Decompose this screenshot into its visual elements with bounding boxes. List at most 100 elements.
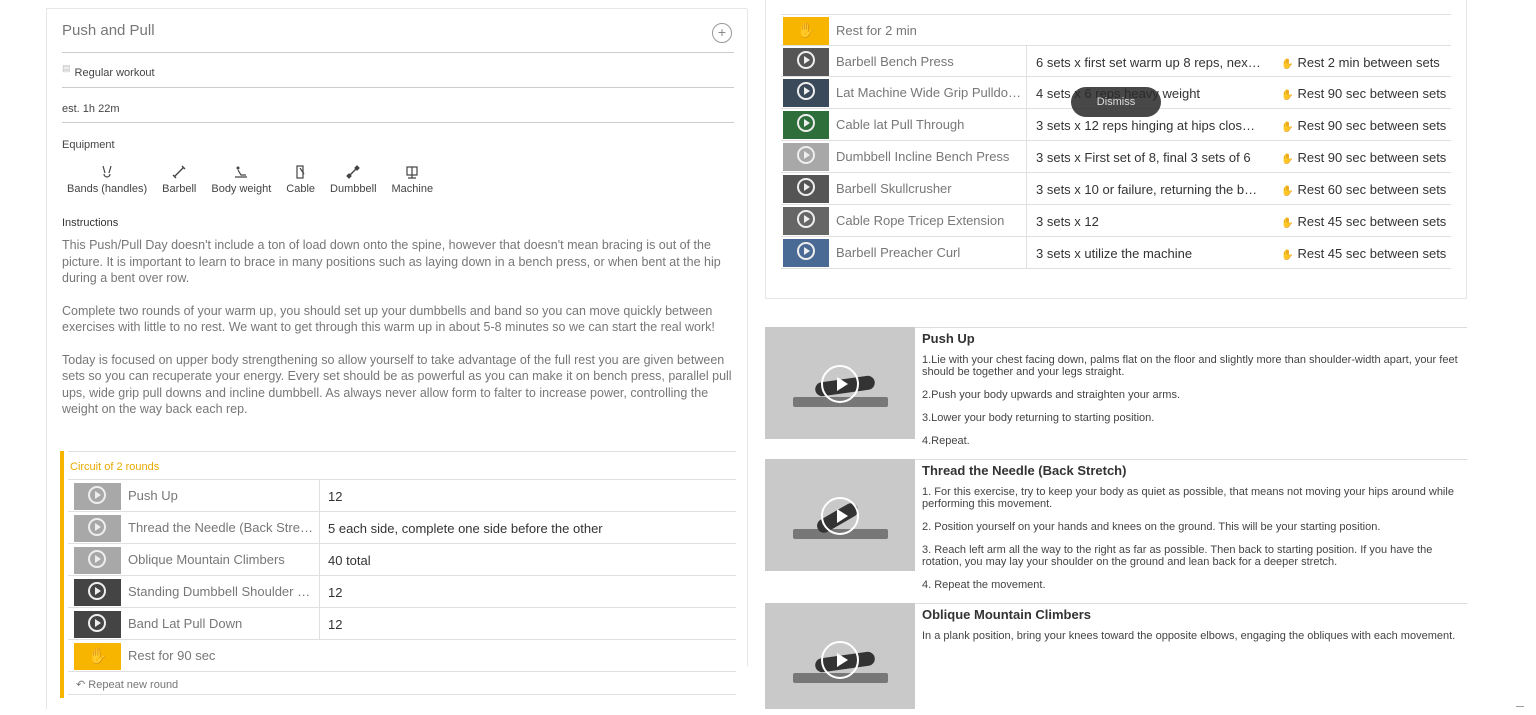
play-icon[interactable] xyxy=(797,178,815,196)
rest-text: Rest 2 min between sets xyxy=(1297,55,1440,70)
play-icon[interactable] xyxy=(797,210,815,228)
play-icon[interactable] xyxy=(797,114,815,132)
exercise-thumbnail[interactable] xyxy=(783,48,829,76)
play-icon[interactable] xyxy=(797,51,815,69)
divider xyxy=(62,87,734,88)
cable-icon xyxy=(296,165,305,179)
exercise-name[interactable]: Thread the Needle (Back Stretch) xyxy=(128,520,314,535)
exercise-video[interactable] xyxy=(765,459,915,571)
exercise-steps: 1. For this exercise, try to keep your b… xyxy=(922,486,1467,602)
play-icon[interactable] xyxy=(821,641,859,679)
exercise-rest: ✋ Rest 90 sec between sets xyxy=(1281,86,1446,101)
exercise-thumbnail[interactable] xyxy=(783,111,829,139)
exercise-name[interactable]: Push Up xyxy=(128,488,314,503)
exercise-name[interactable]: Band Lat Pull Down xyxy=(128,616,314,631)
exercise-rest: ✋ Rest 90 sec between sets xyxy=(1281,150,1446,165)
card-divider xyxy=(747,9,748,666)
exercise-thumbnail[interactable] xyxy=(783,207,829,235)
exercise-step: 3. Reach left arm all the way to the rig… xyxy=(922,544,1433,568)
exercise-name[interactable]: Barbell Skullcrusher xyxy=(836,181,1021,196)
exercise-name[interactable]: Barbell Bench Press xyxy=(836,54,1021,69)
equipment-label: Equipment xyxy=(62,139,115,151)
rest-text: Rest 90 sec between sets xyxy=(1297,150,1447,165)
equipment-list: Bands (handles) Barbell Body weight Cabl… xyxy=(67,164,448,195)
exercise-thumbnail[interactable] xyxy=(74,611,121,638)
exercise-step: 1. For this exercise, try to keep your b… xyxy=(922,486,1454,510)
exercise-name[interactable]: Barbell Preacher Curl xyxy=(836,245,1021,260)
exercise-thumbnail[interactable] xyxy=(783,239,829,267)
play-icon[interactable] xyxy=(88,582,106,600)
exercise-reps: 12 xyxy=(328,617,343,632)
exercise-video[interactable] xyxy=(765,327,915,439)
table-row[interactable]: Dumbbell Incline Bench Press 3 sets x Fi… xyxy=(781,140,1451,172)
exercise-reps: 12 xyxy=(328,489,343,504)
circuit-row[interactable]: Thread the Needle (Back Stretch) 5 each … xyxy=(68,511,736,544)
exercise-step: 4. Repeat the movement. xyxy=(922,579,1046,591)
exercise-name[interactable]: Oblique Mountain Climbers xyxy=(128,552,314,567)
table-row[interactable]: Barbell Preacher Curl 3 sets x utilize t… xyxy=(781,236,1451,268)
add-icon[interactable]: + xyxy=(712,23,732,43)
play-icon[interactable] xyxy=(88,550,106,568)
circuit-row[interactable]: Standing Dumbbell Shoulder Press 12 xyxy=(68,575,736,608)
exercise-name[interactable]: Cable Rope Tricep Extension xyxy=(836,213,1021,228)
circuit-row[interactable]: Push Up 12 xyxy=(68,479,736,512)
column-divider xyxy=(1026,77,1027,108)
play-icon[interactable] xyxy=(88,518,106,536)
rest-label: Rest for 90 sec xyxy=(128,648,216,663)
circuit-row[interactable]: Oblique Mountain Climbers 40 total xyxy=(68,543,736,576)
exercise-thumbnail[interactable] xyxy=(74,515,121,542)
exercise-rest: ✋ Rest 45 sec between sets xyxy=(1281,214,1446,229)
equipment-item: Cable xyxy=(286,164,315,195)
table-row[interactable]: Cable Rope Tricep Extension 3 sets x 12 … xyxy=(781,204,1451,236)
workout-type[interactable]: ▤ Regular workout xyxy=(62,63,155,79)
play-icon[interactable] xyxy=(88,614,106,632)
exercise-detail: Thread the Needle (Back Stretch) 1. For … xyxy=(765,459,1467,603)
rest-row[interactable]: ✋ Rest for 2 min xyxy=(781,14,1451,46)
rest-row[interactable]: ✋ Rest for 90 sec xyxy=(68,639,736,672)
exercise-thumbnail[interactable] xyxy=(783,175,829,203)
circuit-row[interactable]: Band Lat Pull Down 12 xyxy=(68,607,736,640)
play-icon[interactable] xyxy=(88,486,106,504)
repeat-round-link[interactable]: ↶ Repeat new round xyxy=(76,678,178,691)
play-icon[interactable] xyxy=(797,146,815,164)
table-row[interactable]: Barbell Skullcrusher 3 sets x 10 or fail… xyxy=(781,172,1451,204)
column-divider xyxy=(1026,237,1027,268)
play-icon[interactable] xyxy=(797,82,815,100)
rest-text: Rest 45 sec between sets xyxy=(1297,246,1447,261)
instructions-paragraph: Complete two rounds of your warm up, you… xyxy=(62,303,715,335)
exercise-name[interactable]: Dumbbell Incline Bench Press xyxy=(836,149,1021,164)
exercise-step: 1.Lie with your chest facing down, palms… xyxy=(922,354,1458,378)
divider xyxy=(1516,706,1524,707)
exercise-thumbnail[interactable] xyxy=(74,483,121,510)
column-divider xyxy=(319,512,320,544)
play-icon[interactable] xyxy=(797,242,815,260)
rest-text: Rest 45 sec between sets xyxy=(1297,214,1447,229)
instructions-text: This Push/Pull Day doesn't include a ton… xyxy=(62,237,734,434)
exercise-video[interactable] xyxy=(765,603,915,709)
divider xyxy=(915,327,1467,328)
circuit-title: Circuit of 2 rounds xyxy=(70,461,160,473)
play-icon[interactable] xyxy=(821,365,859,403)
exercise-sets: 3 sets x utilize the machine xyxy=(1036,246,1193,261)
equipment-label-text: Cable xyxy=(286,183,316,195)
workout-title[interactable]: Push and Pull xyxy=(62,22,155,39)
equipment-item: Dumbbell xyxy=(330,164,377,195)
rest-text: Rest 90 sec between sets xyxy=(1297,86,1447,101)
exercise-thumbnail[interactable] xyxy=(783,143,829,171)
exercise-table: ✋ Rest for 2 min Barbell Bench Press 6 s… xyxy=(765,0,1467,299)
dismiss-button[interactable]: Dismiss xyxy=(1071,87,1161,117)
table-row[interactable]: Barbell Bench Press 6 sets x first set w… xyxy=(781,45,1451,77)
exercise-thumbnail[interactable] xyxy=(783,79,829,107)
equipment-item: Barbell xyxy=(162,164,196,195)
exercise-name[interactable]: Lat Machine Wide Grip Pulldown xyxy=(836,85,1021,100)
exercise-name[interactable]: Cable lat Pull Through xyxy=(836,117,1021,132)
play-icon[interactable] xyxy=(821,497,859,535)
divider xyxy=(915,459,1467,460)
exercise-thumbnail[interactable] xyxy=(74,547,121,574)
estimated-duration: est. 1h 22m xyxy=(62,103,120,115)
exercise-step: 2.Push your body upwards and straighten … xyxy=(922,389,1181,401)
exercise-thumbnail[interactable] xyxy=(74,579,121,606)
circuit-block: Circuit of 2 rounds Push Up 12 Thread th… xyxy=(60,451,736,698)
hand-icon: ✋ xyxy=(1281,186,1294,197)
exercise-name[interactable]: Standing Dumbbell Shoulder Press xyxy=(128,584,314,599)
